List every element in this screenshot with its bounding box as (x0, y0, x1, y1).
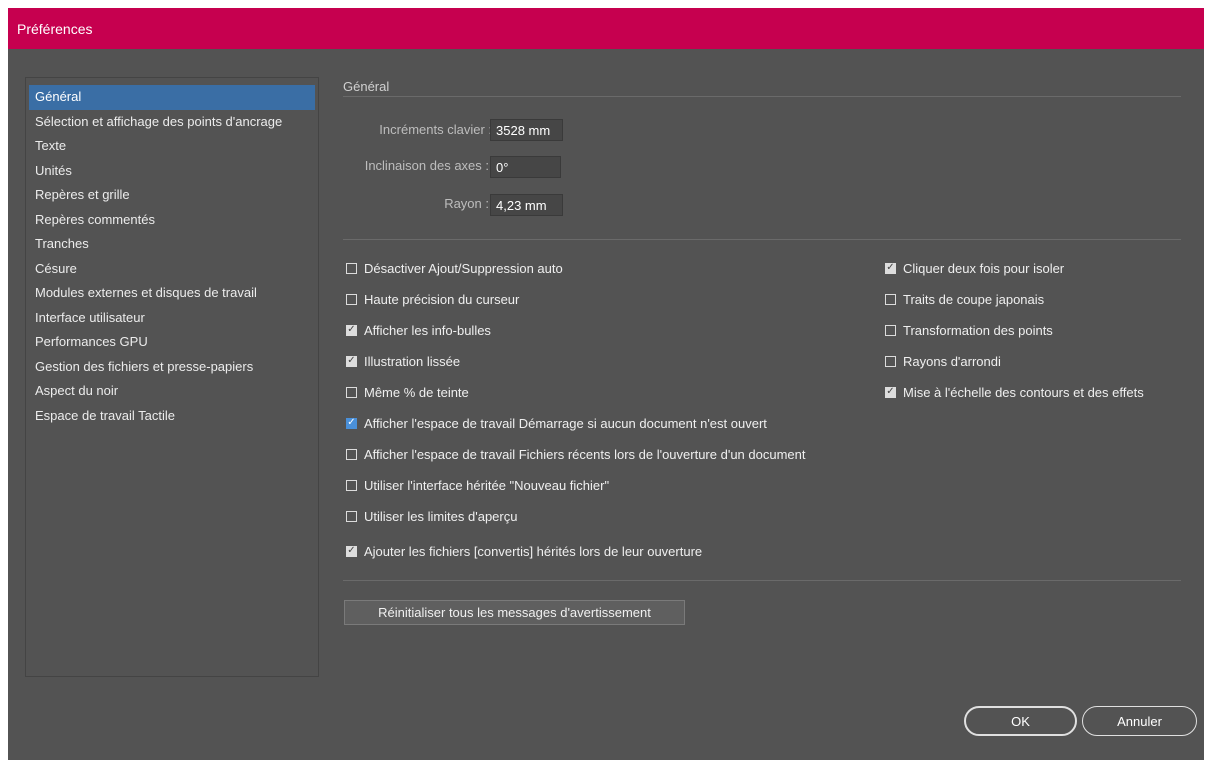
constrain-angle-row: Inclinaison des axes : (328, 154, 489, 178)
keyboard-increment-label: Incréments clavier : (379, 122, 492, 137)
sidebar-item-hyphenation[interactable]: Césure (29, 257, 315, 282)
keyboard-increment-input[interactable] (490, 119, 563, 141)
checkbox[interactable] (346, 386, 357, 398)
option-label: Ajouter les fichiers [convertis] hérités… (364, 543, 703, 559)
option-label: Afficher l'espace de travail Fichiers ré… (364, 446, 806, 462)
sidebar-item-file-handling[interactable]: Gestion des fichiers et presse-papiers (29, 355, 315, 380)
checkbox[interactable] (346, 479, 357, 491)
corner-radius-input[interactable] (490, 194, 563, 216)
option-label: Transformation des points (903, 322, 1053, 338)
category-list: Général Sélection et affichage des point… (25, 77, 319, 677)
constrain-angle-label: Inclinaison des axes : (364, 158, 489, 173)
checkbox[interactable] (346, 448, 357, 460)
checkbox[interactable] (885, 324, 896, 336)
option-show-recent-files-workspace[interactable]: Afficher l'espace de travail Fichiers ré… (346, 445, 805, 463)
option-scale-corners[interactable]: Rayons d'arrondi (885, 352, 1001, 370)
sidebar-item-guides-grid[interactable]: Repères et grille (29, 183, 315, 208)
option-show-start-workspace[interactable]: ✓ Afficher l'espace de travail Démarrage… (346, 414, 767, 432)
title-bar[interactable]: Préférences (8, 8, 1204, 49)
checkbox[interactable] (885, 293, 896, 305)
option-label: Utiliser les limites d'aperçu (364, 508, 518, 524)
option-use-preview-bounds[interactable]: Utiliser les limites d'aperçu (346, 507, 517, 525)
sidebar-item-touch-workspace[interactable]: Espace de travail Tactile (29, 404, 315, 429)
option-double-click-isolate[interactable]: ✓ Cliquer deux fois pour isoler (885, 259, 1064, 277)
sidebar-item-plugins-scratch[interactable]: Modules externes et disques de travail (29, 281, 315, 306)
checkbox-checked[interactable]: ✓ (346, 324, 357, 336)
option-anti-aliased-artwork[interactable]: ✓ Illustration lissée (346, 352, 460, 370)
option-label: Haute précision du curseur (364, 291, 520, 307)
checkbox-checked[interactable]: ✓ (885, 386, 896, 398)
sidebar-item-user-interface[interactable]: Interface utilisateur (29, 306, 315, 331)
sidebar-item-smart-guides[interactable]: Repères commentés (29, 208, 315, 233)
option-scale-strokes-effects[interactable]: ✓ Mise à l'échelle des contours et des e… (885, 383, 1144, 401)
option-label: Traits de coupe japonais (903, 291, 1045, 307)
sidebar-item-general[interactable]: Général (29, 85, 315, 110)
sidebar-item-type[interactable]: Texte (29, 134, 315, 159)
option-precise-cursors[interactable]: Haute précision du curseur (346, 290, 519, 308)
sidebar-item-gpu[interactable]: Performances GPU (29, 330, 315, 355)
option-label: Illustration lissée (364, 353, 461, 369)
checkbox-checked[interactable]: ✓ (885, 262, 896, 274)
sidebar-item-black-appearance[interactable]: Aspect du noir (29, 379, 315, 404)
option-label: Désactiver Ajout/Suppression auto (364, 260, 563, 276)
divider (343, 580, 1181, 581)
checkbox-checked[interactable]: ✓ (346, 545, 357, 557)
option-show-tooltips[interactable]: ✓ Afficher les info-bulles (346, 321, 491, 339)
option-transform-pattern[interactable]: Transformation des points (885, 321, 1053, 339)
cancel-button[interactable]: Annuler (1082, 706, 1197, 736)
constrain-angle-input[interactable] (490, 156, 561, 178)
checkbox[interactable] (885, 355, 896, 367)
option-append-converted-files[interactable]: ✓ Ajouter les fichiers [convertis] hérit… (346, 542, 702, 560)
option-japanese-crop-marks[interactable]: Traits de coupe japonais (885, 290, 1044, 308)
dialog-title: Préférences (17, 21, 93, 37)
sidebar-item-selection-anchor[interactable]: Sélection et affichage des points d'ancr… (29, 110, 315, 135)
option-label: Afficher les info-bulles (364, 322, 491, 338)
ok-button[interactable]: OK (964, 706, 1077, 736)
option-label: Afficher l'espace de travail Démarrage s… (364, 415, 767, 431)
checkbox[interactable] (346, 262, 357, 274)
checkbox-checked[interactable]: ✓ (346, 355, 357, 367)
option-same-tint-percentage[interactable]: Même % de teinte (346, 383, 469, 401)
sidebar-item-units[interactable]: Unités (29, 159, 315, 184)
option-label: Rayons d'arrondi (903, 353, 1001, 369)
checkbox-checked[interactable]: ✓ (346, 417, 357, 429)
option-label: Utiliser l'interface héritée "Nouveau fi… (364, 477, 610, 493)
corner-radius-row: Rayon : (328, 192, 489, 216)
divider (343, 239, 1181, 240)
option-label: Même % de teinte (364, 384, 469, 400)
option-label: Cliquer deux fois pour isoler (903, 260, 1065, 276)
sidebar-item-slices[interactable]: Tranches (29, 232, 315, 257)
option-legacy-new-file-interface[interactable]: Utiliser l'interface héritée "Nouveau fi… (346, 476, 609, 494)
reset-warnings-button[interactable]: Réinitialiser tous les messages d'averti… (344, 600, 685, 625)
preferences-dialog: Préférences Général Sélection et afficha… (8, 8, 1204, 760)
section-title: Général (343, 79, 390, 94)
option-disable-auto-add-delete[interactable]: Désactiver Ajout/Suppression auto (346, 259, 563, 277)
option-label: Mise à l'échelle des contours et des eff… (903, 384, 1144, 400)
keyboard-increment-row: Incréments clavier : (328, 118, 492, 142)
divider (343, 96, 1181, 97)
corner-radius-label: Rayon : (444, 196, 489, 211)
checkbox[interactable] (346, 510, 357, 522)
checkbox[interactable] (346, 293, 357, 305)
